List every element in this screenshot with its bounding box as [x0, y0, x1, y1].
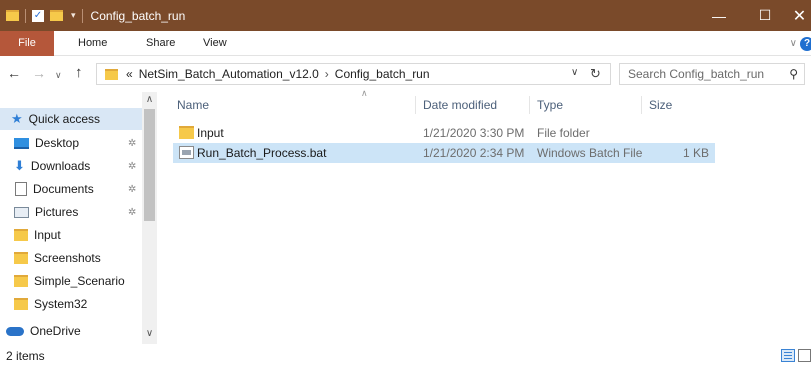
address-bar[interactable]: « NetSim_Batch_Automation_v12.0 › Config…	[96, 63, 611, 85]
desktop-icon	[14, 137, 29, 149]
sidebar-item-label: Quick access	[28, 112, 101, 126]
scroll-up-icon[interactable]: ∧	[142, 94, 157, 105]
sidebar-item-documents[interactable]: Documents ✲	[0, 178, 142, 200]
sidebar-item-label: System32	[34, 297, 88, 311]
breadcrumb-separator[interactable]: ›	[325, 67, 329, 81]
window-title: Config_batch_run	[90, 8, 186, 23]
status-bar: 2 items	[0, 344, 811, 367]
quick-access-toolbar: ✓ ▾	[0, 8, 83, 23]
help-icon[interactable]: ?	[800, 37, 811, 51]
file-name: Input	[197, 126, 224, 140]
column-header-type[interactable]: Type	[537, 92, 563, 118]
folder-icon	[14, 252, 28, 264]
sidebar-item-desktop[interactable]: Desktop ✲	[0, 132, 142, 154]
chevron-down-icon[interactable]: ∨	[790, 31, 797, 56]
navigation-pane: ★ Quick access Desktop ✲ ⬇ Downloads ✲ D…	[0, 92, 157, 344]
search-icon[interactable]: ⚲	[789, 64, 798, 84]
search-placeholder: Search Config_batch_run	[628, 67, 765, 81]
pin-icon[interactable]: ✲	[128, 161, 136, 172]
pin-icon[interactable]: ✲	[128, 184, 136, 195]
sidebar-item-system32[interactable]: System32	[0, 293, 142, 315]
sidebar-item-label: Simple_Scenario	[34, 274, 125, 288]
sidebar-item-screenshots[interactable]: Screenshots	[0, 247, 142, 269]
batch-file-icon	[179, 146, 194, 159]
folder-icon	[14, 275, 28, 287]
item-count: 2 items	[6, 349, 45, 363]
sidebar-item-label: Screenshots	[34, 251, 101, 265]
star-icon: ★	[11, 111, 23, 126]
table-row[interactable]: Run_Batch_Process.bat 1/21/2020 2:34 PM …	[173, 143, 715, 163]
tab-home[interactable]: Home	[78, 31, 107, 56]
file-date: 1/21/2020 3:30 PM	[423, 126, 525, 140]
file-date: 1/21/2020 2:34 PM	[423, 146, 525, 160]
breadcrumb-overflow[interactable]: «	[126, 67, 133, 81]
sidebar-item-input[interactable]: Input	[0, 224, 142, 246]
sidebar-item-label: Downloads	[30, 159, 91, 173]
documents-icon	[15, 182, 27, 196]
pin-icon[interactable]: ✲	[128, 207, 136, 218]
column-divider[interactable]	[641, 96, 642, 114]
details-view-icon[interactable]	[781, 349, 795, 362]
toolbar-divider	[25, 8, 26, 23]
file-type: File folder	[537, 126, 590, 140]
breadcrumb-segment[interactable]: NetSim_Batch_Automation_v12.0	[139, 67, 319, 81]
sidebar-item-label: Input	[34, 228, 61, 242]
refresh-icon[interactable]: ↻	[590, 66, 601, 82]
tab-share[interactable]: Share	[146, 31, 175, 56]
forward-arrow-icon[interactable]: →	[32, 66, 46, 80]
up-arrow-icon[interactable]: ↑	[75, 65, 83, 80]
back-arrow-icon[interactable]: ←	[7, 66, 21, 80]
scrollbar-thumb[interactable]	[144, 109, 155, 221]
folder-icon	[14, 298, 28, 310]
sidebar-item-label: OneDrive	[30, 324, 81, 338]
tab-view[interactable]: View	[203, 31, 227, 56]
ribbon-tabs: File Home Share View ∨ ?	[0, 31, 811, 56]
nav-scrollbar[interactable]: ∧ ∨	[142, 92, 157, 344]
sidebar-item-label: Pictures	[35, 205, 79, 219]
file-name: Run_Batch_Process.bat	[197, 146, 327, 160]
maximize-button[interactable]: ☐	[742, 0, 788, 31]
folder-icon[interactable]	[6, 10, 19, 21]
tab-file[interactable]: File	[0, 31, 54, 56]
breadcrumb-segment[interactable]: Config_batch_run	[335, 67, 430, 81]
column-divider[interactable]	[529, 96, 530, 114]
file-list: ∧ Name Date modified Type Size Input 1/2…	[160, 88, 811, 344]
download-icon: ⬇	[14, 158, 25, 173]
table-row[interactable]: Input 1/21/2020 3:30 PM File folder	[173, 123, 715, 143]
pin-icon[interactable]: ✲	[128, 138, 136, 149]
sidebar-item-simple-scenario[interactable]: Simple_Scenario	[0, 270, 142, 292]
toolbar-divider	[81, 8, 83, 23]
sidebar-item-pictures[interactable]: Pictures ✲	[0, 201, 142, 223]
sidebar-item-quick-access[interactable]: ★ Quick access	[0, 108, 142, 130]
sidebar-item-onedrive[interactable]: OneDrive	[0, 320, 142, 342]
minimize-button[interactable]: —	[696, 0, 742, 31]
chevron-down-icon[interactable]: ∨	[571, 67, 578, 78]
new-folder-icon[interactable]	[50, 10, 63, 21]
folder-icon	[105, 68, 118, 80]
properties-icon[interactable]: ✓	[32, 9, 44, 22]
large-icons-view-icon[interactable]	[798, 349, 811, 362]
column-header-size[interactable]: Size	[649, 92, 672, 118]
recent-locations-icon[interactable]: ∨	[55, 68, 62, 82]
sort-ascending-icon: ∧	[361, 88, 368, 98]
customize-toolbar-icon[interactable]: ▾	[71, 10, 76, 21]
file-size	[649, 123, 709, 143]
pictures-icon	[14, 206, 29, 218]
search-input[interactable]: Search Config_batch_run ⚲	[619, 63, 805, 85]
folder-icon	[14, 229, 28, 241]
sidebar-item-downloads[interactable]: ⬇ Downloads ✲	[0, 155, 142, 177]
close-button[interactable]: ✕	[788, 0, 811, 31]
scroll-down-icon[interactable]: ∨	[142, 328, 157, 339]
title-bar: ✓ ▾ Config_batch_run — ☐ ✕	[0, 0, 811, 31]
file-type: Windows Batch File	[537, 146, 643, 160]
folder-icon	[179, 126, 194, 139]
column-header-date[interactable]: Date modified	[423, 92, 497, 118]
column-header-name[interactable]: Name	[177, 92, 209, 118]
cloud-icon	[6, 326, 24, 336]
navigation-bar: ← → ∨ ↑ « NetSim_Batch_Automation_v12.0 …	[0, 56, 811, 92]
column-divider[interactable]	[415, 96, 416, 114]
sidebar-item-label: Desktop	[35, 136, 80, 150]
file-size: 1 KB	[682, 146, 709, 160]
sidebar-item-label: Documents	[33, 182, 94, 196]
